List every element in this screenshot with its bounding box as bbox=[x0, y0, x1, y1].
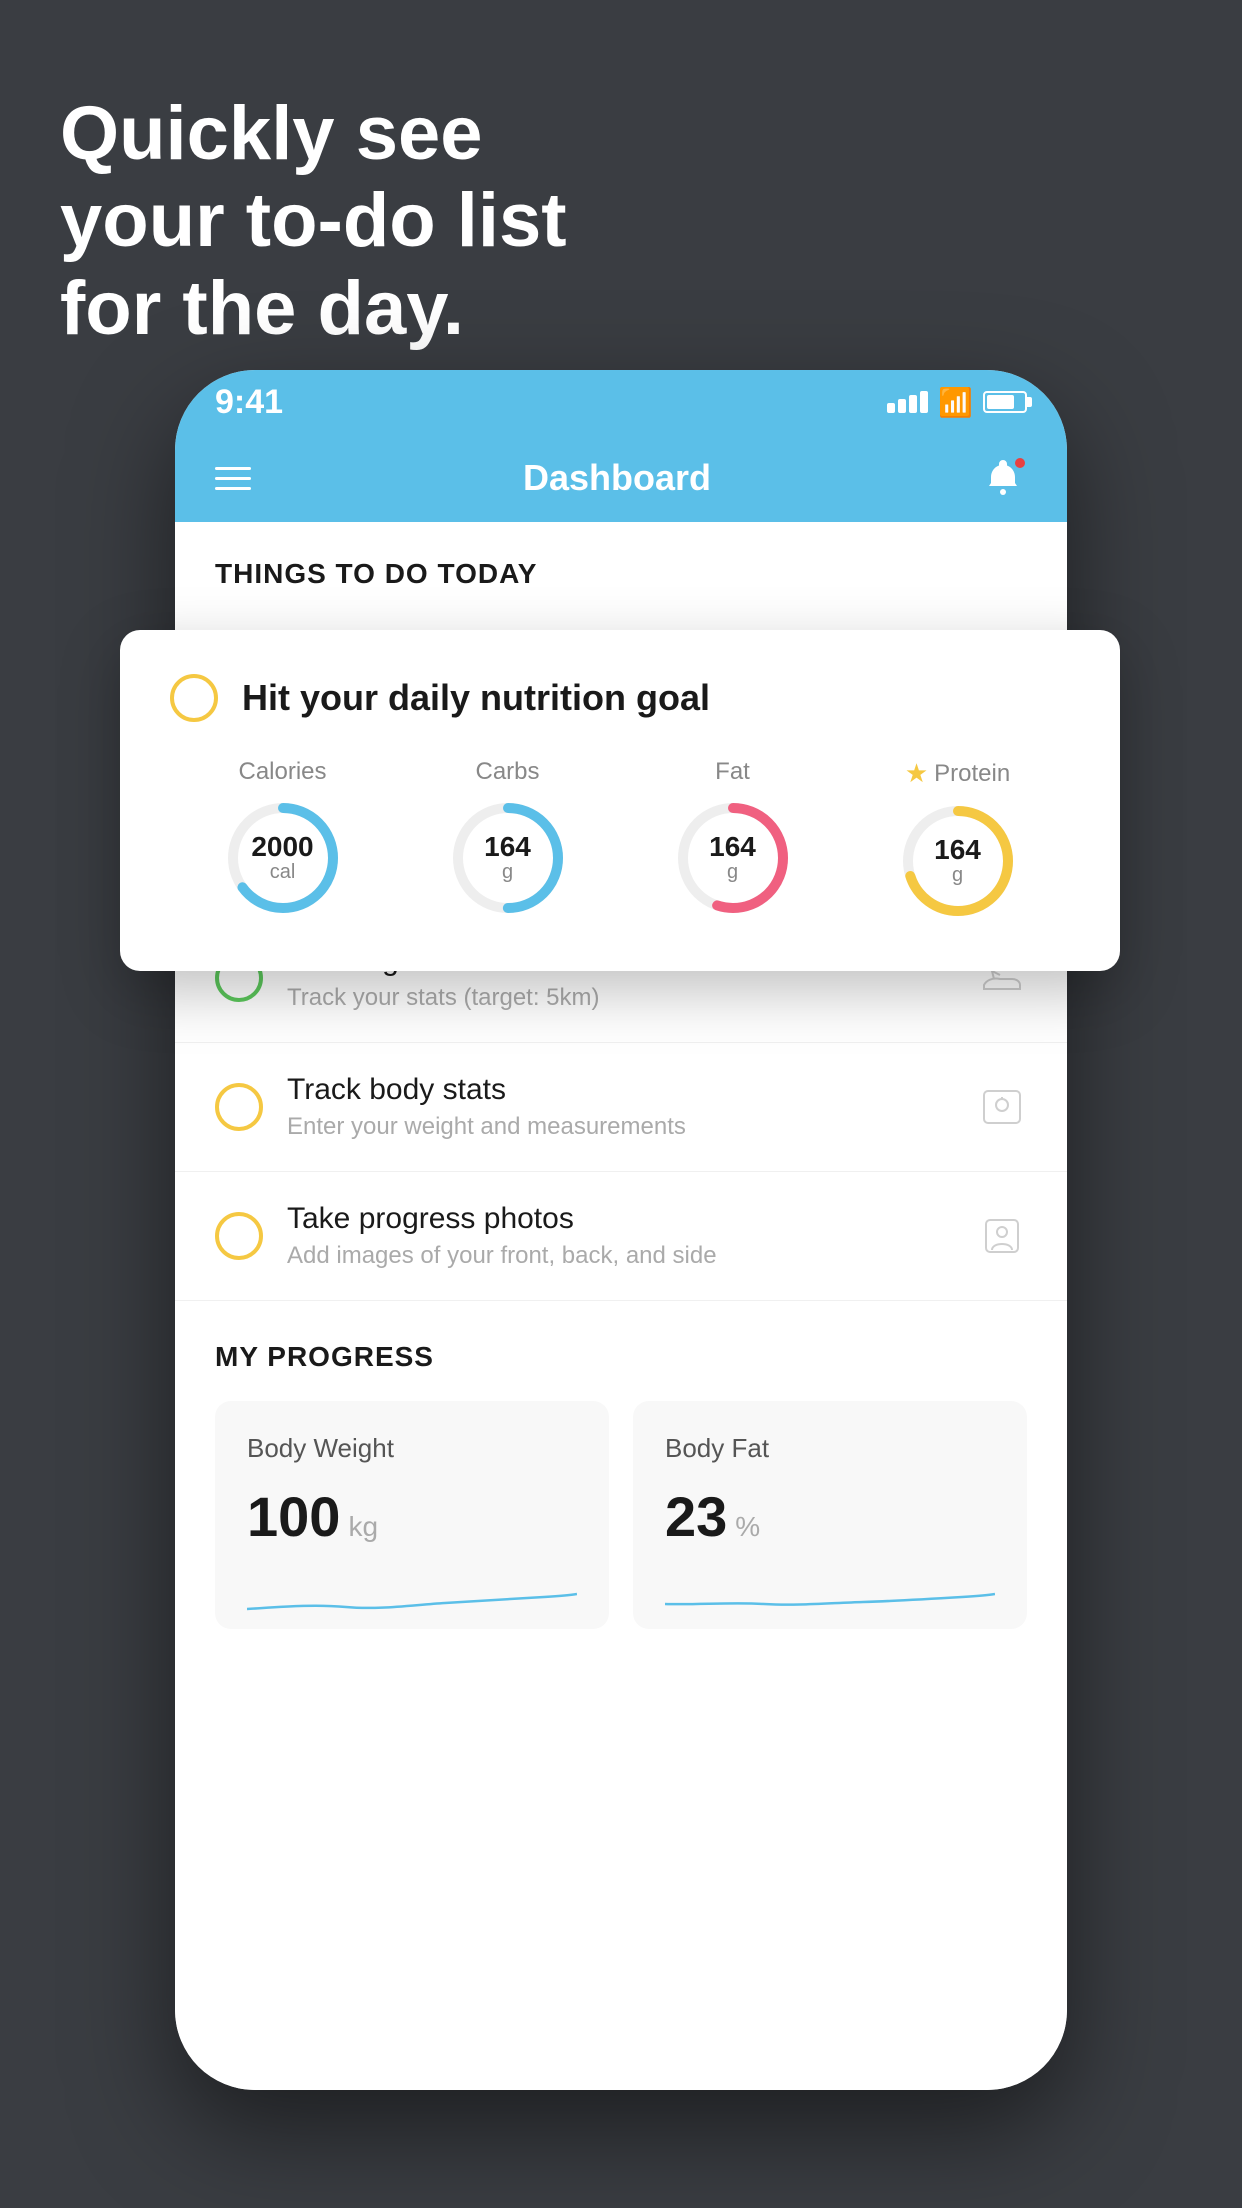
floating-card: Hit your daily nutrition goal Calories 2… bbox=[120, 630, 1120, 971]
ring-calories: Calories 2000 cal bbox=[223, 758, 343, 918]
carbs-label: Carbs bbox=[475, 758, 539, 786]
body-stats-checkbox[interactable] bbox=[215, 1083, 263, 1131]
body-weight-unit: kg bbox=[348, 1511, 378, 1543]
notification-dot bbox=[1013, 456, 1027, 470]
battery-icon bbox=[983, 391, 1027, 413]
body-fat-title: Body Fat bbox=[665, 1433, 995, 1464]
ring-protein: ★ Protein 164 g bbox=[898, 758, 1018, 921]
calories-label: Calories bbox=[238, 758, 326, 786]
body-stats-title: Track body stats bbox=[287, 1073, 953, 1107]
notification-bell[interactable] bbox=[983, 456, 1027, 500]
nutrition-rings: Calories 2000 cal Carbs bbox=[170, 758, 1070, 921]
fat-ring: 164 g bbox=[673, 798, 793, 918]
progress-section: MY PROGRESS Body Weight 100 kg Body Fat … bbox=[175, 1341, 1067, 1629]
body-fat-chart bbox=[665, 1569, 995, 1629]
status-bar: 9:41 📶 bbox=[175, 370, 1067, 434]
progress-header: MY PROGRESS bbox=[215, 1341, 1027, 1373]
star-icon: ★ bbox=[905, 758, 928, 789]
hero-text: Quickly see your to-do list for the day. bbox=[60, 90, 567, 352]
wifi-icon: 📶 bbox=[938, 386, 973, 419]
ring-carbs: Carbs 164 g bbox=[448, 758, 568, 918]
body-fat-unit: % bbox=[735, 1511, 760, 1543]
body-weight-value: 100 bbox=[247, 1484, 340, 1549]
carbs-ring: 164 g bbox=[448, 798, 568, 918]
card-title: Hit your daily nutrition goal bbox=[242, 677, 710, 719]
calories-ring: 2000 cal bbox=[223, 798, 343, 918]
nutrition-checkbox[interactable] bbox=[170, 674, 218, 722]
things-to-do-header: THINGS TO DO TODAY bbox=[175, 522, 1067, 614]
protein-ring: 164 g bbox=[898, 801, 1018, 921]
body-weight-value-row: 100 kg bbox=[247, 1484, 577, 1549]
body-weight-title: Body Weight bbox=[247, 1433, 577, 1464]
photos-title: Take progress photos bbox=[287, 1202, 953, 1236]
protein-value-center: 164 g bbox=[898, 801, 1018, 921]
progress-cards: Body Weight 100 kg Body Fat 23 % bbox=[215, 1401, 1027, 1629]
status-time: 9:41 bbox=[215, 383, 283, 422]
fat-label: Fat bbox=[715, 758, 750, 786]
signal-icon bbox=[887, 391, 928, 413]
scale-icon bbox=[977, 1082, 1027, 1132]
body-stats-text: Track body stats Enter your weight and m… bbox=[287, 1073, 953, 1141]
fat-value-center: 164 g bbox=[673, 798, 793, 918]
body-fat-value: 23 bbox=[665, 1484, 727, 1549]
phone-frame: 9:41 📶 Dashboard bbox=[175, 370, 1067, 2090]
protein-label: ★ Protein bbox=[905, 758, 1010, 789]
body-fat-card[interactable]: Body Fat 23 % bbox=[633, 1401, 1027, 1629]
running-subtitle: Track your stats (target: 5km) bbox=[287, 984, 953, 1012]
nav-bar: Dashboard bbox=[175, 434, 1067, 522]
body-fat-value-row: 23 % bbox=[665, 1484, 995, 1549]
body-stats-subtitle: Enter your weight and measurements bbox=[287, 1113, 953, 1141]
card-header: Hit your daily nutrition goal bbox=[170, 674, 1070, 722]
photos-subtitle: Add images of your front, back, and side bbox=[287, 1242, 953, 1270]
nav-title: Dashboard bbox=[523, 457, 711, 499]
todo-item-body-stats[interactable]: Track body stats Enter your weight and m… bbox=[175, 1043, 1067, 1172]
body-weight-chart bbox=[247, 1569, 577, 1629]
status-icons: 📶 bbox=[887, 386, 1027, 419]
ring-fat: Fat 164 g bbox=[673, 758, 793, 918]
photos-checkbox[interactable] bbox=[215, 1212, 263, 1260]
todo-item-photos[interactable]: Take progress photos Add images of your … bbox=[175, 1172, 1067, 1301]
person-icon bbox=[977, 1211, 1027, 1261]
calories-value-center: 2000 cal bbox=[223, 798, 343, 918]
hamburger-menu[interactable] bbox=[215, 467, 251, 490]
body-weight-card[interactable]: Body Weight 100 kg bbox=[215, 1401, 609, 1629]
photos-text: Take progress photos Add images of your … bbox=[287, 1202, 953, 1270]
carbs-value-center: 164 g bbox=[448, 798, 568, 918]
